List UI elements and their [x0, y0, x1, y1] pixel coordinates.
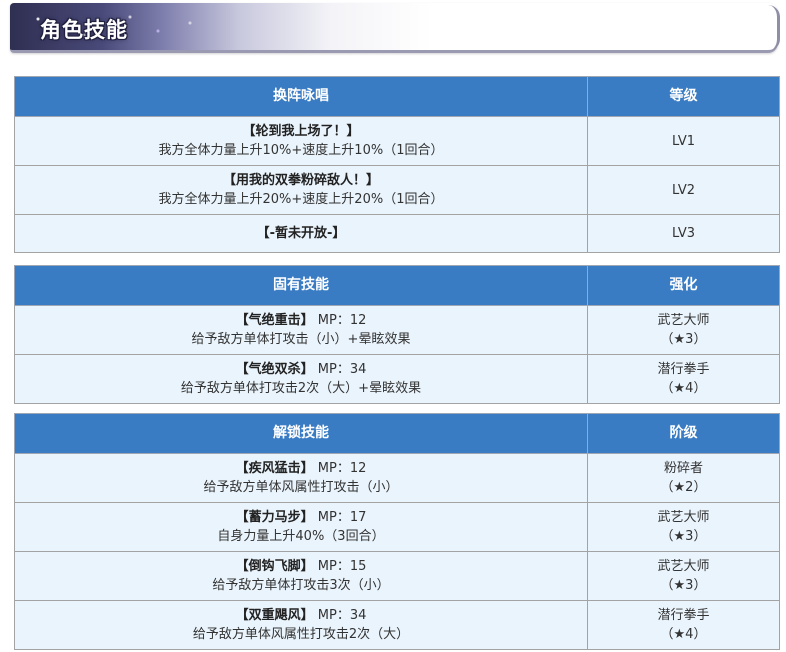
skill-cell: 【气绝重击】 MP：12 给予敌方单体打攻击（小）+晕眩效果	[14, 305, 588, 355]
level-cell: 武艺大师 （★3）	[587, 502, 780, 552]
skill-mp: MP：34	[317, 362, 367, 377]
column-header-skill: 固有技能	[14, 265, 588, 306]
skill-name: 【倒钩飞脚】	[235, 559, 314, 574]
skill-title-line: 【气绝重击】 MP：12	[15, 311, 587, 330]
skill-cell: 【蓄力马步】 MP：17 自身力量上升40%（3回合）	[14, 502, 588, 552]
table-header-row: 固有技能 强化	[14, 265, 780, 306]
unlock-skill-table: 解锁技能 阶级 【疾风猛击】 MP：12 给予敌方单体风属性打攻击（小） 粉碎者…	[14, 413, 780, 650]
level-cell: 武艺大师 （★3）	[587, 305, 780, 355]
table-header-row: 换阵咏唱 等级	[14, 76, 780, 117]
table-row: 【蓄力马步】 MP：17 自身力量上升40%（3回合） 武艺大师 （★3）	[14, 502, 780, 552]
skill-title-line: 【疾风猛击】 MP：12	[15, 459, 587, 478]
skill-name: 【用我的双拳粉碎敌人！】	[222, 173, 379, 188]
skill-name: 【双重飓风】	[235, 608, 314, 623]
table-row: 【轮到我上场了！】 我方全体力量上升10%+速度上升10%（1回合） LV1	[14, 116, 780, 166]
level-name: 潜行拳手	[657, 608, 710, 623]
skill-name: 【气绝双杀】	[235, 362, 314, 377]
skill-cell: 【-暂未开放-】	[14, 214, 588, 253]
skill-cell: 【双重飓风】 MP：34 给予敌方单体风属性打攻击2次（大）	[14, 600, 588, 650]
column-header-enhance: 强化	[587, 265, 780, 306]
section-banner: 角色技能	[10, 3, 780, 53]
column-header-skill: 解锁技能	[14, 413, 588, 454]
skill-title-line: 【倒钩飞脚】 MP：15	[15, 557, 587, 576]
skill-name: 【-暂未开放-】	[256, 226, 346, 241]
table-row: 【气绝双杀】 MP：34 给予敌方单体打攻击2次（大）+晕眩效果 潜行拳手 （★…	[14, 354, 780, 404]
level-name: 武艺大师	[657, 559, 710, 574]
table-row: 【倒钩飞脚】 MP：15 给予敌方单体打攻击3次（小） 武艺大师 （★3）	[14, 551, 780, 601]
level-cell: LV2	[587, 165, 780, 215]
level-rank: （★4）	[660, 381, 707, 396]
skill-name: 【蓄力马步】	[235, 510, 314, 525]
table-row: 【-暂未开放-】 LV3	[14, 214, 780, 253]
skill-description: 给予敌方单体打攻击（小）+晕眩效果	[191, 332, 411, 347]
level-cell: 潜行拳手 （★4）	[587, 600, 780, 650]
skill-mp: MP：12	[317, 461, 367, 476]
skill-mp: MP：34	[317, 608, 367, 623]
table-header-row: 解锁技能 阶级	[14, 413, 780, 454]
skill-title-line: 【气绝双杀】 MP：34	[15, 360, 587, 379]
column-header-rank: 阶级	[587, 413, 780, 454]
level-rank: （★3）	[660, 332, 707, 347]
skill-cell: 【疾风猛击】 MP：12 给予敌方单体风属性打攻击（小）	[14, 453, 588, 503]
skill-mp: MP：15	[317, 559, 367, 574]
skill-cell: 【气绝双杀】 MP：34 给予敌方单体打攻击2次（大）+晕眩效果	[14, 354, 588, 404]
skill-mp: MP：17	[317, 510, 367, 525]
level-cell: LV1	[587, 116, 780, 166]
skill-description: 给予敌方单体风属性打攻击2次（大）	[192, 627, 410, 642]
table-row: 【疾风猛击】 MP：12 给予敌方单体风属性打攻击（小） 粉碎者 （★2）	[14, 453, 780, 503]
skill-description: 自身力量上升40%（3回合）	[217, 529, 385, 544]
skill-mp: MP：12	[317, 313, 367, 328]
skill-name: 【气绝重击】	[235, 313, 314, 328]
table-row: 【气绝重击】 MP：12 给予敌方单体打攻击（小）+晕眩效果 武艺大师 （★3）	[14, 305, 780, 355]
level-name: 武艺大师	[657, 510, 710, 525]
level-cell: 潜行拳手 （★4）	[587, 354, 780, 404]
banner-scroll-end-decoration	[768, 5, 780, 51]
level-cell: LV3	[587, 214, 780, 253]
level-cell: 武艺大师 （★3）	[587, 551, 780, 601]
column-header-level: 等级	[587, 76, 780, 117]
level-rank: （★3）	[660, 578, 707, 593]
skill-cell: 【轮到我上场了！】 我方全体力量上升10%+速度上升10%（1回合）	[14, 116, 588, 166]
skill-name: 【疾风猛击】	[235, 461, 314, 476]
level-name: 粉碎者	[663, 461, 703, 476]
innate-skill-table: 固有技能 强化 【气绝重击】 MP：12 给予敌方单体打攻击（小）+晕眩效果 武…	[14, 265, 780, 404]
table-row: 【用我的双拳粉碎敌人！】 我方全体力量上升20%+速度上升20%（1回合） LV…	[14, 165, 780, 215]
section-title: 角色技能	[40, 18, 128, 42]
chant-skill-table: 换阵咏唱 等级 【轮到我上场了！】 我方全体力量上升10%+速度上升10%（1回…	[14, 76, 780, 253]
level-rank: （★4）	[660, 627, 707, 642]
skill-description: 我方全体力量上升20%+速度上升20%（1回合）	[158, 192, 444, 207]
skill-description: 给予敌方单体打攻击2次（大）+晕眩效果	[180, 381, 422, 396]
skill-description: 给予敌方单体打攻击3次（小）	[212, 578, 390, 593]
skill-cell: 【倒钩飞脚】 MP：15 给予敌方单体打攻击3次（小）	[14, 551, 588, 601]
skill-title-line: 【双重飓风】 MP：34	[15, 606, 587, 625]
level-name: 潜行拳手	[657, 362, 710, 377]
skill-name: 【轮到我上场了！】	[242, 124, 360, 139]
skill-title-line: 【蓄力马步】 MP：17	[15, 508, 587, 527]
skill-description: 我方全体力量上升10%+速度上升10%（1回合）	[158, 143, 444, 158]
level-rank: （★3）	[660, 529, 707, 544]
level-cell: 粉碎者 （★2）	[587, 453, 780, 503]
column-header-skill: 换阵咏唱	[14, 76, 588, 117]
table-row: 【双重飓风】 MP：34 给予敌方单体风属性打攻击2次（大） 潜行拳手 （★4）	[14, 600, 780, 650]
level-name: 武艺大师	[657, 313, 710, 328]
skill-description: 给予敌方单体风属性打攻击（小）	[203, 480, 399, 495]
skill-cell: 【用我的双拳粉碎敌人！】 我方全体力量上升20%+速度上升20%（1回合）	[14, 165, 588, 215]
level-rank: （★2）	[660, 480, 707, 495]
